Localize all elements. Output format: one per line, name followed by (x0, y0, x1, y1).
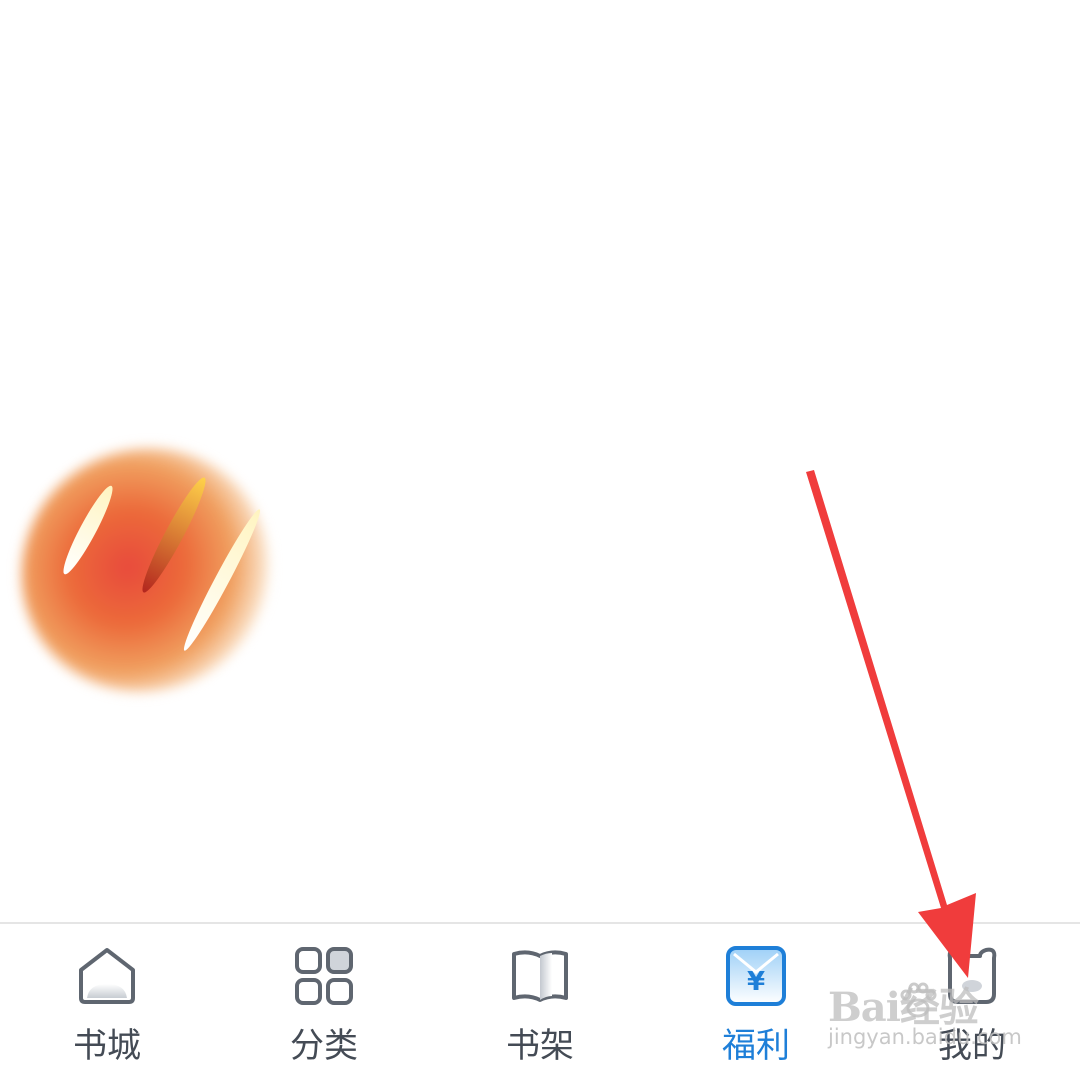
tab-category[interactable]: 分类 (244, 944, 404, 1074)
content-area (0, 0, 1080, 922)
paw-icon (900, 982, 937, 1018)
tab-label: 书城 (73, 1026, 141, 1066)
tab-label: 福利 (722, 1026, 790, 1066)
svg-text:¥: ¥ (747, 967, 765, 997)
grid-icon (295, 947, 353, 1005)
tab-bookshelf[interactable]: 书架 (460, 944, 620, 1074)
tab-label: 书架 (506, 1026, 574, 1066)
tab-label: 分类 (290, 1026, 358, 1066)
tab-bookstore[interactable]: 书城 (27, 944, 187, 1074)
watermark: Bai经验 jingyan.baidu.com (828, 975, 1028, 1055)
yuan-icon: ¥ (726, 946, 786, 1006)
tab-welfare[interactable]: ¥ 福利 (676, 944, 836, 1074)
watermark-url: jingyan.baidu.com (828, 1025, 1022, 1049)
book-icon (512, 950, 568, 1002)
home-icon (79, 948, 135, 1004)
